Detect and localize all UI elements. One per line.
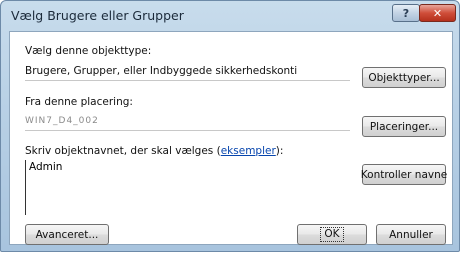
locations-button[interactable]: Placeringer... xyxy=(362,116,446,137)
object-names-value: Admin xyxy=(29,161,63,173)
close-icon: ✕ xyxy=(432,6,443,20)
cancel-button-label: Annuller xyxy=(389,228,433,241)
object-names-label-end: ): xyxy=(275,145,284,157)
object-type-field: Brugere, Grupper, eller Indbyggede sikke… xyxy=(25,62,350,81)
question-icon: ? xyxy=(402,6,410,20)
location-field: WIN7_D4_002 xyxy=(25,112,350,131)
window-title: Vælg Brugere eller Grupper xyxy=(11,8,184,23)
dialog-body: Vælg denne objekttype: Brugere, Grupper,… xyxy=(9,31,453,245)
ok-button[interactable]: OK xyxy=(297,224,367,245)
advanced-button-label: Avanceret... xyxy=(35,228,99,241)
object-names-input[interactable]: Admin xyxy=(25,160,355,215)
check-names-button[interactable]: Kontroller navne xyxy=(360,164,448,185)
dialog-window: Vælg Brugere eller Grupper ? ✕ Vælg denn… xyxy=(0,0,460,252)
locations-button-label: Placeringer... xyxy=(369,120,439,133)
title-bar[interactable]: Vælg Brugere eller Grupper ? ✕ xyxy=(1,1,459,33)
ok-button-label: OK xyxy=(320,227,344,242)
advanced-button[interactable]: Avanceret... xyxy=(25,224,109,245)
check-names-button-label: Kontroller navne xyxy=(360,168,448,181)
help-button[interactable]: ? xyxy=(392,4,420,22)
examples-link[interactable]: eksempler xyxy=(221,145,276,157)
object-types-button-label: Objekttyper... xyxy=(368,71,440,84)
object-type-label: Vælg denne objekttype: xyxy=(25,45,152,57)
cancel-button[interactable]: Annuller xyxy=(376,224,446,245)
object-types-button[interactable]: Objekttyper... xyxy=(362,67,446,88)
location-label: Fra denne placering: xyxy=(25,96,133,108)
close-button[interactable]: ✕ xyxy=(419,4,456,22)
object-names-label-text: Skriv objektnavnet, der skal vælges ( xyxy=(25,145,221,157)
object-names-label: Skriv objektnavnet, der skal vælges (eks… xyxy=(25,145,283,157)
